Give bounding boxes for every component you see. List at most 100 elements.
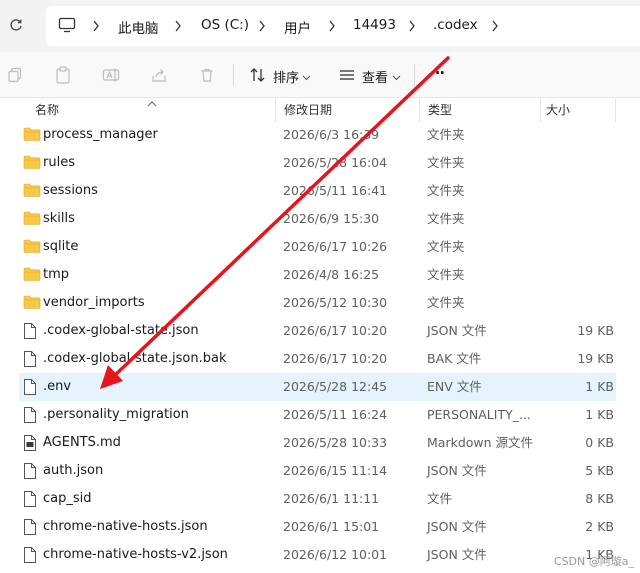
- file-size: 19 KB: [577, 323, 614, 338]
- folder-icon: [23, 238, 41, 256]
- column-date-header[interactable]: 修改日期: [284, 98, 332, 123]
- file-type: 文件: [427, 491, 453, 506]
- chevron-right-icon[interactable]: [256, 18, 268, 34]
- breadcrumb-item-this-pc[interactable]: 此电脑: [118, 17, 159, 37]
- watermark: CSDN @阿璇a_: [553, 555, 634, 568]
- chevron-down-icon[interactable]: [392, 70, 401, 85]
- file-name: sessions: [43, 183, 98, 198]
- file-date: 2026/6/12 10:01: [283, 547, 388, 562]
- file-name: chrome-native-hosts.json: [43, 519, 208, 534]
- copy-icon[interactable]: [5, 65, 25, 85]
- sort-icon[interactable]: [248, 65, 268, 85]
- file-size: 5 KB: [585, 463, 614, 478]
- breadcrumb-item-user[interactable]: 14493: [353, 17, 396, 33]
- monitor-icon[interactable]: [58, 17, 76, 37]
- file-type: 文件夹: [427, 183, 465, 198]
- file-row[interactable]: rules 2026/5/28 16:04 文件夹: [19, 149, 616, 177]
- file-row[interactable]: process_manager 2026/6/3 16:39 文件夹: [19, 121, 616, 149]
- chevron-right-icon[interactable]: [326, 18, 338, 34]
- breadcrumb[interactable]: 此电脑 OS (C:) 用户 14493 .codex: [46, 6, 640, 46]
- file-icon: [23, 350, 39, 368]
- rename-icon[interactable]: [101, 65, 121, 85]
- view-button[interactable]: 查看: [362, 67, 388, 86]
- refresh-icon[interactable]: [6, 15, 26, 35]
- file-name: sqlite: [43, 239, 79, 254]
- share-icon[interactable]: [149, 65, 169, 85]
- folder-icon: [23, 126, 41, 144]
- delete-icon[interactable]: [197, 65, 217, 85]
- file-size: 0 KB: [585, 435, 614, 450]
- file-name: .personality_migration: [43, 407, 189, 422]
- file-size: 2 KB: [585, 519, 614, 534]
- file-name: .env: [43, 379, 72, 394]
- file-date: 2026/5/11 16:24: [283, 407, 388, 422]
- file-list: process_manager 2026/6/3 16:39 文件夹 rules 202…: [0, 121, 640, 573]
- folder-icon: [23, 182, 41, 200]
- column-name-header[interactable]: 名称: [35, 98, 59, 123]
- file-size: 19 KB: [577, 351, 614, 366]
- file-name: tmp: [43, 267, 70, 282]
- file-type: JSON 文件: [427, 519, 487, 534]
- file-row[interactable]: chrome-native-hosts-v2.json 2026/6/12 10:…: [19, 541, 616, 569]
- breadcrumb-item-users[interactable]: 用户: [284, 17, 311, 37]
- file-type: JSON 文件: [427, 463, 487, 478]
- file-row[interactable]: cap_sid 2026/6/1 11:11 文件 8 KB: [19, 485, 616, 513]
- file-date: 2026/5/11 16:41: [283, 183, 388, 198]
- paste-icon[interactable]: [53, 65, 73, 85]
- file-date: 2026/5/28 16:04: [283, 155, 388, 170]
- breadcrumb-item-codex[interactable]: .codex: [433, 17, 478, 33]
- chevron-right-icon[interactable]: [172, 18, 184, 34]
- column-divider[interactable]: [419, 98, 420, 123]
- view-icon[interactable]: [337, 65, 357, 85]
- chevron-right-icon[interactable]: [90, 18, 102, 34]
- file-row[interactable]: tmp 2026/4/8 16:25 文件夹: [19, 261, 616, 289]
- address-bar: 此电脑 OS (C:) 用户 14493 .codex: [0, 0, 640, 52]
- file-date: 2026/4/8 16:25: [283, 267, 380, 282]
- file-icon: [23, 378, 39, 396]
- file-date: 2026/6/1 15:01: [283, 519, 380, 534]
- breadcrumb-item-drive[interactable]: OS (C:): [201, 17, 249, 33]
- column-size-header[interactable]: 大小: [546, 98, 570, 123]
- file-row[interactable]: sessions 2026/5/11 16:41 文件夹: [19, 177, 616, 205]
- file-row[interactable]: chrome-native-hosts.json 2026/6/1 15:01 JS…: [19, 513, 616, 541]
- sort-ascending-icon: [147, 96, 157, 111]
- folder-icon: [23, 294, 41, 312]
- file-date: 2026/6/1 11:11: [283, 491, 380, 506]
- file-row[interactable]: .codex-global-state.json.bak 2026/6/17 10…: [19, 345, 616, 373]
- file-row[interactable]: sqlite 2026/6/17 10:26 文件夹: [19, 233, 616, 261]
- file-name: rules: [43, 155, 75, 170]
- file-size: 8 KB: [585, 491, 614, 506]
- file-row[interactable]: AGENTS.md 2026/5/28 10:33 Markdown 源文件 0 KB: [19, 429, 616, 457]
- file-date: 2026/6/3 16:39: [283, 127, 380, 142]
- more-options-button[interactable]: ···: [430, 64, 445, 82]
- chevron-down-icon[interactable]: [302, 70, 311, 85]
- file-row[interactable]: vendor_imports 2026/5/12 10:30 文件夹: [19, 289, 616, 317]
- file-date: 2026/6/9 15:30: [283, 211, 380, 226]
- file-row[interactable]: auth.json 2026/6/15 11:14 JSON 文件 5 KB: [19, 457, 616, 485]
- file-row[interactable]: .personality_migration 2026/5/11 16:24 PER…: [19, 401, 616, 429]
- file-name: cap_sid: [43, 491, 92, 506]
- column-type-header[interactable]: 类型: [428, 98, 452, 123]
- file-name: .codex-global-state.json.bak: [43, 351, 227, 366]
- file-row[interactable]: .codex-global-state.json 2026/6/17 10:20 J…: [19, 317, 616, 345]
- file-type: 文件夹: [427, 239, 465, 254]
- sort-button[interactable]: 排序: [273, 67, 299, 86]
- file-type: ENV 文件: [427, 379, 482, 394]
- file-name: skills: [43, 211, 75, 226]
- file-date: 2026/6/15 11:14: [283, 463, 388, 478]
- file-date: 2026/5/12 10:30: [283, 295, 388, 310]
- file-row[interactable]: .env 2026/5/28 12:45 ENV 文件 1 KB: [19, 373, 616, 401]
- file-date: 2026/5/28 10:33: [283, 435, 388, 450]
- column-divider[interactable]: [615, 98, 616, 123]
- file-row[interactable]: skills 2026/6/9 15:30 文件夹: [19, 205, 616, 233]
- file-name: .codex-global-state.json: [43, 323, 199, 338]
- file-size: 1 KB: [585, 379, 614, 394]
- column-divider[interactable]: [540, 98, 541, 123]
- chevron-right-icon[interactable]: [489, 18, 501, 34]
- chevron-right-icon[interactable]: [406, 18, 418, 34]
- file-name: chrome-native-hosts-v2.json: [43, 547, 228, 562]
- file-icon: [23, 518, 39, 536]
- file-type: PERSONALITY_...: [427, 407, 531, 422]
- command-bar: 排序 查看 ···: [0, 52, 640, 98]
- column-divider[interactable]: [275, 98, 276, 123]
